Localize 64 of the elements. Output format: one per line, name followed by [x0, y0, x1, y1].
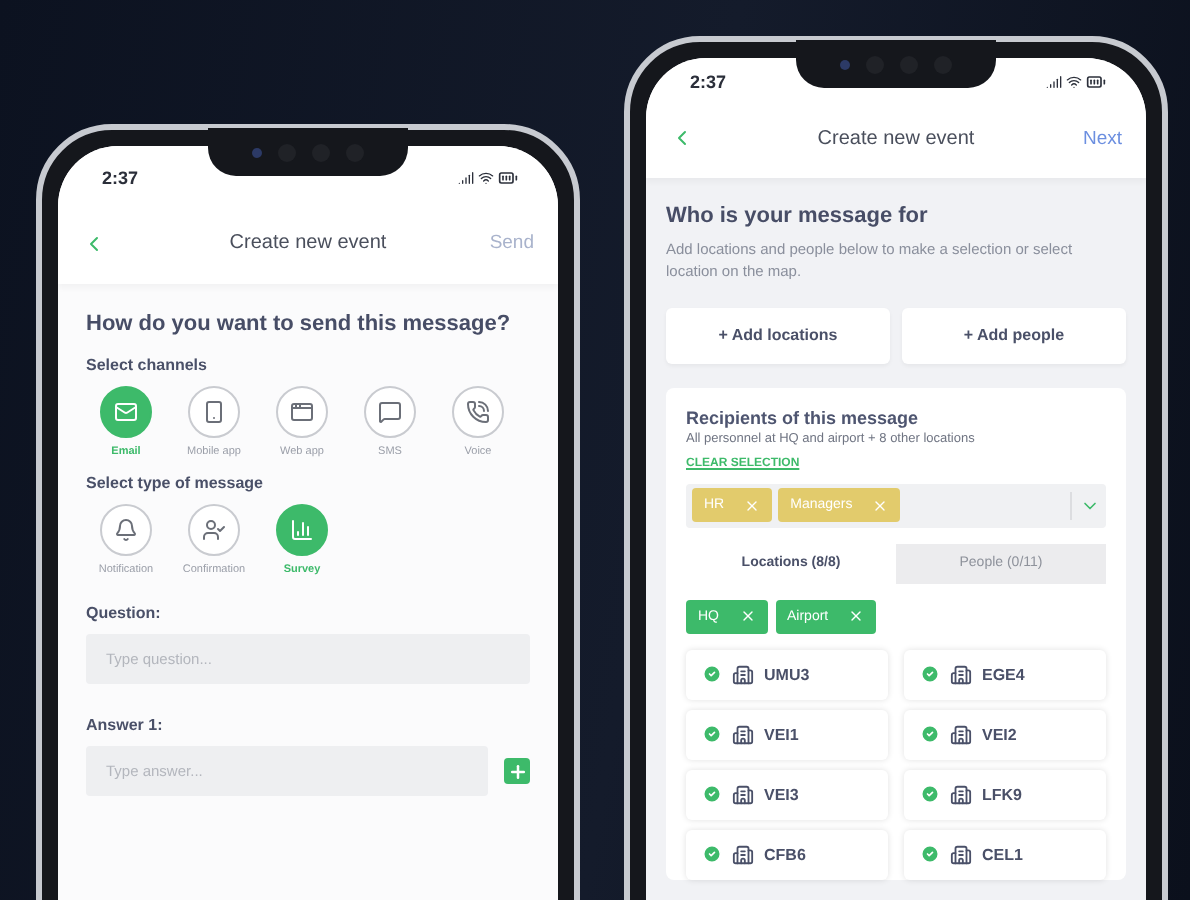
location-code: VEI1: [764, 725, 799, 744]
battery-icon: [498, 168, 518, 188]
building-icon: [950, 663, 972, 686]
status-time: 2:37: [690, 72, 727, 92]
building-icon: [950, 843, 972, 866]
option-toggle[interactable]: [188, 504, 240, 556]
location-code: LFK9: [982, 785, 1022, 804]
plus-icon: [507, 761, 527, 781]
location-card[interactable]: UMU3: [686, 649, 888, 700]
add-button[interactable]: + Add people: [902, 307, 1126, 364]
smartphone-icon: [202, 400, 226, 424]
option-toggle[interactable]: [452, 386, 504, 438]
person-check-icon: [202, 518, 226, 542]
building-icon: [950, 723, 972, 746]
add-button[interactable]: + Add locations: [666, 307, 890, 364]
option-toggle[interactable]: [276, 386, 328, 438]
option-toggle[interactable]: [100, 386, 152, 438]
field-label: Question:: [86, 604, 163, 622]
building-icon: [732, 723, 754, 746]
remove-icon: [739, 608, 755, 625]
location-code: CFB6: [764, 845, 806, 864]
location-code: EGE4: [982, 665, 1025, 684]
location-code: UMU3: [764, 665, 810, 684]
option-toggle[interactable]: [276, 504, 328, 556]
field-label: Answer 1:: [86, 716, 165, 734]
location-card[interactable]: VEI2: [904, 709, 1106, 760]
remove-icon: [744, 497, 761, 514]
screen-title: Create new event: [815, 127, 977, 149]
location-code: VEI3: [764, 785, 799, 804]
location-card[interactable]: EGE4: [904, 649, 1106, 700]
remove-icon: [848, 608, 865, 625]
building-icon: [732, 843, 754, 866]
location-code: VEI2: [982, 725, 1017, 744]
location-code: CEL1: [982, 845, 1023, 864]
building-icon: [732, 783, 754, 806]
location-card[interactable]: LFK9: [904, 769, 1106, 820]
status-time: 2:37: [102, 168, 139, 188]
signal-icon: [1046, 74, 1062, 90]
location-card[interactable]: CFB6: [686, 829, 888, 880]
wifi-icon: [478, 170, 494, 186]
building-icon: [950, 783, 972, 806]
building-icon: [732, 663, 754, 686]
chat-bubble-icon: [378, 400, 402, 424]
signal-icon: [458, 170, 474, 186]
remove-icon: [872, 497, 889, 514]
card-title: Recipients of this message: [686, 407, 921, 428]
browser-window-icon: [290, 400, 314, 424]
battery-icon: [1086, 72, 1106, 92]
location-card[interactable]: CEL1: [904, 829, 1106, 880]
section-heading: Who is your message for: [666, 204, 930, 228]
phone-icon: [466, 400, 490, 424]
option-toggle[interactable]: [100, 504, 152, 556]
bar-chart-icon: [290, 518, 314, 542]
bell-icon: [114, 518, 138, 542]
location-card[interactable]: VEI1: [686, 709, 888, 760]
option-toggle[interactable]: [364, 386, 416, 438]
wifi-icon: [1066, 74, 1082, 90]
group-label: Select type of message: [86, 474, 265, 492]
screen-title: Create new event: [227, 232, 389, 254]
location-card[interactable]: VEI3: [686, 769, 888, 820]
group-label: Select channels: [86, 356, 209, 374]
option-toggle[interactable]: [188, 386, 240, 438]
section-heading: How do you want to send this message?: [86, 312, 513, 336]
envelope-icon: [114, 400, 138, 424]
